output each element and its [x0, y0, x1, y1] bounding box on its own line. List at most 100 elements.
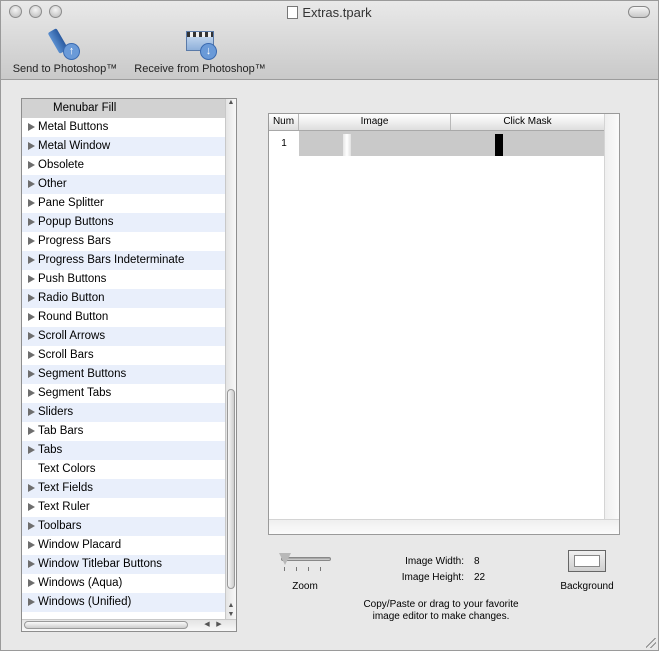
list-item-label: Popup Buttons — [38, 216, 114, 228]
send-to-photoshop-label: Send to Photoshop™ — [12, 63, 118, 75]
disclosure-triangle-icon[interactable] — [28, 370, 35, 378]
list-item[interactable]: Windows (Unified) — [22, 593, 226, 612]
disclosure-triangle-icon[interactable] — [28, 579, 35, 587]
list-item[interactable]: Text Ruler — [22, 498, 226, 517]
disclosure-triangle-icon[interactable] — [28, 389, 35, 397]
scroll-down-arrow-icon[interactable]: ▼ — [226, 611, 236, 619]
grid-vertical-scrollbar[interactable] — [604, 114, 619, 534]
column-header-click-mask[interactable]: Click Mask — [451, 114, 605, 130]
background-color-well[interactable] — [568, 550, 606, 572]
disclosure-triangle-icon[interactable] — [28, 313, 35, 321]
list-item-label: Text Fields — [38, 482, 93, 494]
list-item-label: Metal Buttons — [38, 121, 109, 133]
list-item[interactable]: Windows (Aqua) — [22, 574, 226, 593]
list-item-label: Window Titlebar Buttons — [38, 558, 163, 570]
image-width-value: 8 — [474, 556, 480, 567]
list-item[interactable]: Popup Buttons — [22, 213, 226, 232]
column-header-num[interactable]: Num — [269, 114, 299, 130]
list-item[interactable]: Radio Button — [22, 289, 226, 308]
scroll-left-arrow-icon[interactable]: ◀ — [202, 620, 212, 630]
disclosure-triangle-icon[interactable] — [28, 522, 35, 530]
list-item[interactable]: Metal Window — [22, 137, 226, 156]
list-item[interactable]: Other — [22, 175, 226, 194]
disclosure-triangle-icon[interactable] — [28, 446, 35, 454]
background-label: Background — [560, 581, 614, 592]
list-item[interactable]: Menubar Fill — [22, 99, 226, 118]
scroll-up-arrow-bottom-icon[interactable]: ▲ — [226, 602, 236, 610]
list-item-label: Obsolete — [38, 159, 85, 171]
list-item-label: Scroll Arrows — [38, 330, 106, 342]
resize-grip-icon[interactable] — [646, 638, 656, 648]
list-item[interactable]: Segment Buttons — [22, 365, 226, 384]
list-item[interactable]: Tab Bars — [22, 422, 226, 441]
list-item[interactable]: Window Titlebar Buttons — [22, 555, 226, 574]
list-item[interactable]: Segment Tabs — [22, 384, 226, 403]
list-item-label: Text Colors — [38, 463, 96, 475]
disclosure-triangle-icon[interactable] — [28, 275, 35, 283]
list-item[interactable]: Toolbars — [22, 517, 226, 536]
disclosure-triangle-icon[interactable] — [28, 484, 35, 492]
disclosure-triangle-icon[interactable] — [28, 161, 35, 169]
disclosure-triangle-icon[interactable] — [28, 503, 35, 511]
disclosure-triangle-icon[interactable] — [28, 560, 35, 568]
list-vertical-scroll-thumb[interactable] — [227, 389, 235, 589]
list-item-label: Menubar Fill — [53, 102, 117, 114]
disclosure-triangle-icon[interactable] — [28, 332, 35, 340]
list-item-label: Segment Buttons — [38, 368, 127, 380]
disclosure-triangle-icon[interactable] — [28, 541, 35, 549]
list-item[interactable]: Window Placard — [22, 536, 226, 555]
toolbar-toggle-button[interactable] — [628, 6, 650, 18]
disclosure-triangle-icon[interactable] — [28, 351, 35, 359]
send-to-photoshop-button[interactable]: ↑ Send to Photoshop™ — [7, 27, 123, 75]
disclosure-triangle-icon[interactable] — [28, 598, 35, 606]
image-grid-panel: Num Image Click Mask 1 — [268, 113, 620, 535]
disclosure-triangle-icon[interactable] — [28, 218, 35, 226]
list-item-label: Radio Button — [38, 292, 105, 304]
disclosure-triangle-icon[interactable] — [28, 294, 35, 302]
disclosure-triangle-icon[interactable] — [28, 427, 35, 435]
disclosure-triangle-icon[interactable] — [28, 123, 35, 131]
list-item[interactable]: Text Fields — [22, 479, 226, 498]
disclosure-triangle-icon[interactable] — [28, 408, 35, 416]
element-list[interactable]: Menubar Fill Metal Buttons Metal Window Obs… — [22, 99, 226, 619]
receive-from-photoshop-label: Receive from Photoshop™ — [134, 63, 266, 75]
list-item[interactable]: Scroll Arrows — [22, 327, 226, 346]
list-item[interactable]: Sliders — [22, 403, 226, 422]
disclosure-triangle-icon[interactable] — [28, 237, 35, 245]
zoom-slider-knob[interactable] — [279, 553, 291, 565]
list-vertical-scrollbar[interactable]: ▲ ▲ ▼ — [225, 99, 236, 619]
disclosure-triangle-icon[interactable] — [28, 256, 35, 264]
grid-row[interactable]: 1 — [269, 131, 605, 156]
list-horizontal-scrollbar[interactable]: ◀ ▶ — [22, 619, 236, 631]
list-item[interactable]: Scroll Bars — [22, 346, 226, 365]
list-item[interactable]: Round Button — [22, 308, 226, 327]
edit-hint: Copy/Paste or drag to your favorite imag… — [341, 599, 541, 623]
scroll-up-arrow-icon[interactable]: ▲ — [226, 99, 236, 107]
list-item[interactable]: Pane Splitter — [22, 194, 226, 213]
click-mask-cell[interactable] — [451, 131, 605, 156]
zoom-slider[interactable] — [279, 553, 331, 573]
image-cell[interactable] — [299, 131, 451, 156]
list-item[interactable]: Metal Buttons — [22, 118, 226, 137]
list-horizontal-scroll-thumb[interactable] — [24, 621, 188, 629]
edit-hint-line-2: image editor to make changes. — [372, 611, 510, 622]
list-item[interactable]: Text Colors — [22, 460, 226, 479]
column-header-image[interactable]: Image — [299, 114, 451, 130]
disclosure-triangle-icon[interactable] — [28, 142, 35, 150]
disclosure-triangle-icon[interactable] — [28, 180, 35, 188]
list-item-label: Windows (Aqua) — [38, 577, 123, 589]
list-item-label: Segment Tabs — [38, 387, 112, 399]
disclosure-triangle-icon[interactable] — [28, 199, 35, 207]
list-item[interactable]: Progress Bars — [22, 232, 226, 251]
receive-from-photoshop-button[interactable]: ↓ Receive from Photoshop™ — [127, 27, 273, 75]
grid-horizontal-scrollbar[interactable] — [269, 519, 619, 534]
list-item[interactable]: Tabs — [22, 441, 226, 460]
zoom-label: Zoom — [292, 581, 318, 592]
edit-hint-line-1: Copy/Paste or drag to your favorite — [363, 599, 519, 610]
list-item[interactable]: Obsolete — [22, 156, 226, 175]
list-item[interactable]: Push Buttons — [22, 270, 226, 289]
image-grid: Num Image Click Mask 1 — [269, 114, 605, 520]
list-item[interactable]: Progress Bars Indeterminate — [22, 251, 226, 270]
window-title: Extras.tpark — [1, 5, 658, 20]
scroll-right-arrow-icon[interactable]: ▶ — [214, 620, 224, 630]
